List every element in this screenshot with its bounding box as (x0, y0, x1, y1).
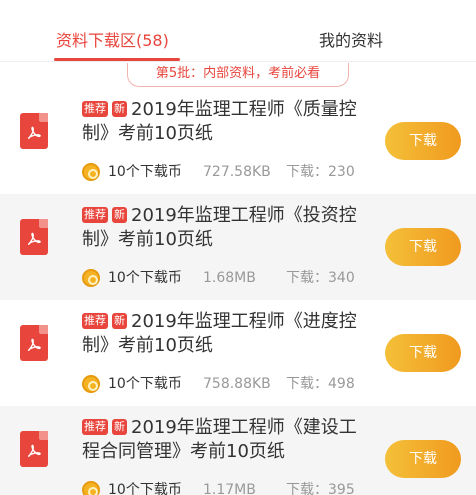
recommend-tag: 推荐 (82, 207, 108, 223)
coin-icon (82, 163, 100, 181)
item-download-count: 下载：498 (286, 376, 355, 392)
new-tag: 新 (112, 207, 127, 223)
tab-downloads[interactable]: 资料下载区(58) (56, 30, 169, 52)
item-cost: 10个下载币 (108, 482, 182, 495)
coin-icon (82, 269, 100, 287)
item-file-size: 1.68MB (203, 270, 256, 286)
item-download-count: 下载：230 (286, 164, 355, 180)
download-button[interactable]: 下载 (385, 228, 461, 266)
new-tag: 新 (112, 313, 127, 329)
item-file-size: 727.58KB (203, 164, 271, 180)
item-download-count: 下载：340 (286, 270, 355, 286)
recommend-tag: 推荐 (82, 419, 108, 435)
recommend-tag: 推荐 (82, 101, 108, 117)
pdf-icon (20, 325, 48, 361)
batch-notice-badge: 第5批：内部资料，考前必看 (127, 63, 349, 87)
item-title[interactable]: 推荐新 2019年监理工程师《建设工程合同管理》考前10页纸 (82, 416, 367, 464)
coin-icon (82, 375, 100, 393)
download-list: 推荐新 2019年监理工程师《质量控制》考前10页纸 10个下载币 727.58K… (0, 88, 476, 495)
item-file-size: 1.17MB (203, 482, 256, 495)
item-title[interactable]: 推荐新 2019年监理工程师《质量控制》考前10页纸 (82, 98, 367, 146)
list-item: 推荐新 2019年监理工程师《质量控制》考前10页纸 10个下载币 727.58K… (0, 88, 476, 194)
recommend-tag: 推荐 (82, 313, 108, 329)
coin-icon (82, 481, 100, 495)
list-item: 推荐新 2019年监理工程师《进度控制》考前10页纸 10个下载币 758.88K… (0, 300, 476, 406)
list-item: 推荐新 2019年监理工程师《投资控制》考前10页纸 10个下载币 1.68MB … (0, 194, 476, 300)
list-item: 推荐新 2019年监理工程师《建设工程合同管理》考前10页纸 10个下载币 1.1… (0, 406, 476, 495)
pdf-icon (20, 219, 48, 255)
download-button[interactable]: 下载 (385, 334, 461, 372)
item-title[interactable]: 推荐新 2019年监理工程师《进度控制》考前10页纸 (82, 310, 367, 358)
new-tag: 新 (112, 101, 127, 117)
download-button[interactable]: 下载 (385, 122, 461, 160)
new-tag: 新 (112, 419, 127, 435)
active-tab-indicator (54, 58, 180, 61)
tab-my-materials[interactable]: 我的资料 (319, 30, 383, 52)
item-cost: 10个下载币 (108, 270, 182, 286)
item-title[interactable]: 推荐新 2019年监理工程师《投资控制》考前10页纸 (82, 204, 367, 252)
item-cost: 10个下载币 (108, 164, 182, 180)
pdf-icon (20, 431, 48, 467)
download-button[interactable]: 下载 (385, 440, 461, 478)
item-file-size: 758.88KB (203, 376, 271, 392)
tab-bar: 资料下载区(58) 我的资料 (0, 0, 476, 62)
item-cost: 10个下载币 (108, 376, 182, 392)
pdf-icon (20, 113, 48, 149)
item-download-count: 下载：395 (286, 482, 355, 495)
